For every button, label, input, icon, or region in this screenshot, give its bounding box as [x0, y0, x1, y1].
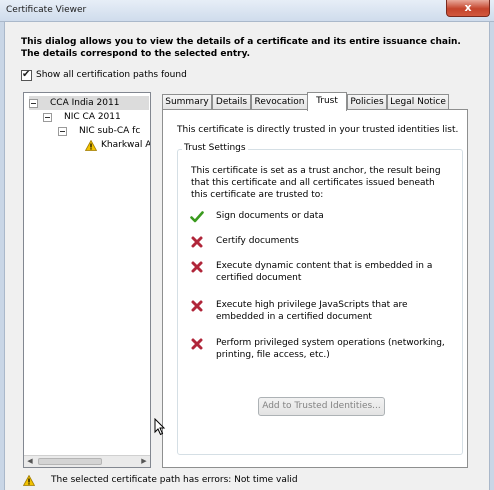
cross-icon [190, 299, 204, 313]
window-title: Certificate Viewer [6, 5, 87, 15]
permission-label: Execute high privilege JavaScripts that … [216, 300, 408, 322]
tab-revocation[interactable]: Revocation [251, 94, 308, 110]
tab-trust[interactable]: Trust [307, 92, 347, 111]
tree-item-label: NIC CA 2011 [64, 112, 121, 122]
checkbox-box[interactable]: ✔ [21, 68, 32, 81]
dialog-body: This dialog allows you to view the detai… [4, 22, 490, 490]
tree-item-kharkwal[interactable]: Kharkwal A [85, 138, 151, 152]
permission-label: Execute dynamic content that is embedded… [216, 261, 433, 283]
check-icon [190, 210, 204, 224]
add-to-trusted-identities-button[interactable]: Add to Trusted Identities... [258, 397, 385, 416]
show-all-paths-checkbox[interactable]: ✔ Show all certification paths found [21, 68, 187, 82]
cross-icon [190, 235, 204, 249]
title-bar[interactable]: Certificate Viewer x [0, 0, 494, 22]
group-title: Trust Settings [182, 143, 248, 153]
tree-item-label: NIC sub-CA fc [79, 126, 141, 136]
tree-item-label: CCA India 2011 [50, 98, 120, 108]
tab-legal-notice[interactable]: Legal Notice [387, 94, 449, 110]
trust-settings-description: This certificate is set as a trust ancho… [191, 166, 441, 200]
scroll-right-icon[interactable]: ▶ [138, 456, 150, 467]
permission-high-privilege-js: Execute high privilege JavaScripts that … [190, 299, 455, 323]
permission-certify-documents: Certify documents [190, 235, 455, 249]
permission-label: Perform privileged system operations (ne… [216, 338, 445, 360]
tab-policies[interactable]: Policies [347, 94, 387, 110]
cross-icon [190, 337, 204, 351]
warning-icon [85, 139, 97, 151]
cross-icon [190, 260, 204, 274]
permission-sign-documents: Sign documents or data [190, 210, 455, 224]
certificate-path-tree[interactable]: CCA India 2011 NIC CA 2011 NIC sub-CA fc… [23, 92, 151, 468]
permission-dynamic-content: Execute dynamic content that is embedded… [190, 260, 455, 284]
tree-item-label: Kharkwal A [101, 140, 151, 150]
status-text: The selected certificate path has errors… [51, 475, 298, 485]
checkmark-icon: ✔ [22, 68, 31, 80]
directly-trusted-text: This certificate is directly trusted in … [177, 125, 459, 135]
collapse-icon[interactable] [43, 112, 52, 122]
tree-horizontal-scrollbar[interactable]: ◀ ▶ [24, 455, 150, 467]
trust-tab-panel: This certificate is directly trusted in … [162, 109, 468, 468]
scroll-left-icon[interactable]: ◀ [24, 456, 36, 467]
show-all-paths-label: Show all certification paths found [36, 70, 187, 80]
permission-label: Certify documents [216, 236, 299, 246]
close-icon: x [464, 1, 472, 14]
permission-label: Sign documents or data [216, 211, 324, 221]
close-button[interactable]: x [446, 0, 490, 17]
collapse-icon[interactable] [58, 126, 67, 136]
dialog-description: This dialog allows you to view the detai… [21, 37, 461, 59]
status-bar: The selected certificate path has errors… [23, 472, 483, 488]
scrollbar-thumb[interactable] [38, 458, 102, 465]
tree-item-cca-india[interactable]: CCA India 2011 [29, 96, 149, 110]
tab-summary[interactable]: Summary [162, 94, 212, 110]
collapse-icon[interactable] [29, 98, 38, 108]
trust-settings-group: Trust Settings This certificate is set a… [177, 143, 463, 455]
mouse-cursor-icon [154, 417, 166, 436]
tree-item-nic-ca[interactable]: NIC CA 2011 [43, 110, 121, 124]
tree-item-nic-sub-ca[interactable]: NIC sub-CA fc [58, 124, 140, 138]
permission-system-operations: Perform privileged system operations (ne… [190, 337, 455, 361]
tab-details[interactable]: Details [212, 94, 251, 110]
warning-icon [23, 474, 35, 486]
